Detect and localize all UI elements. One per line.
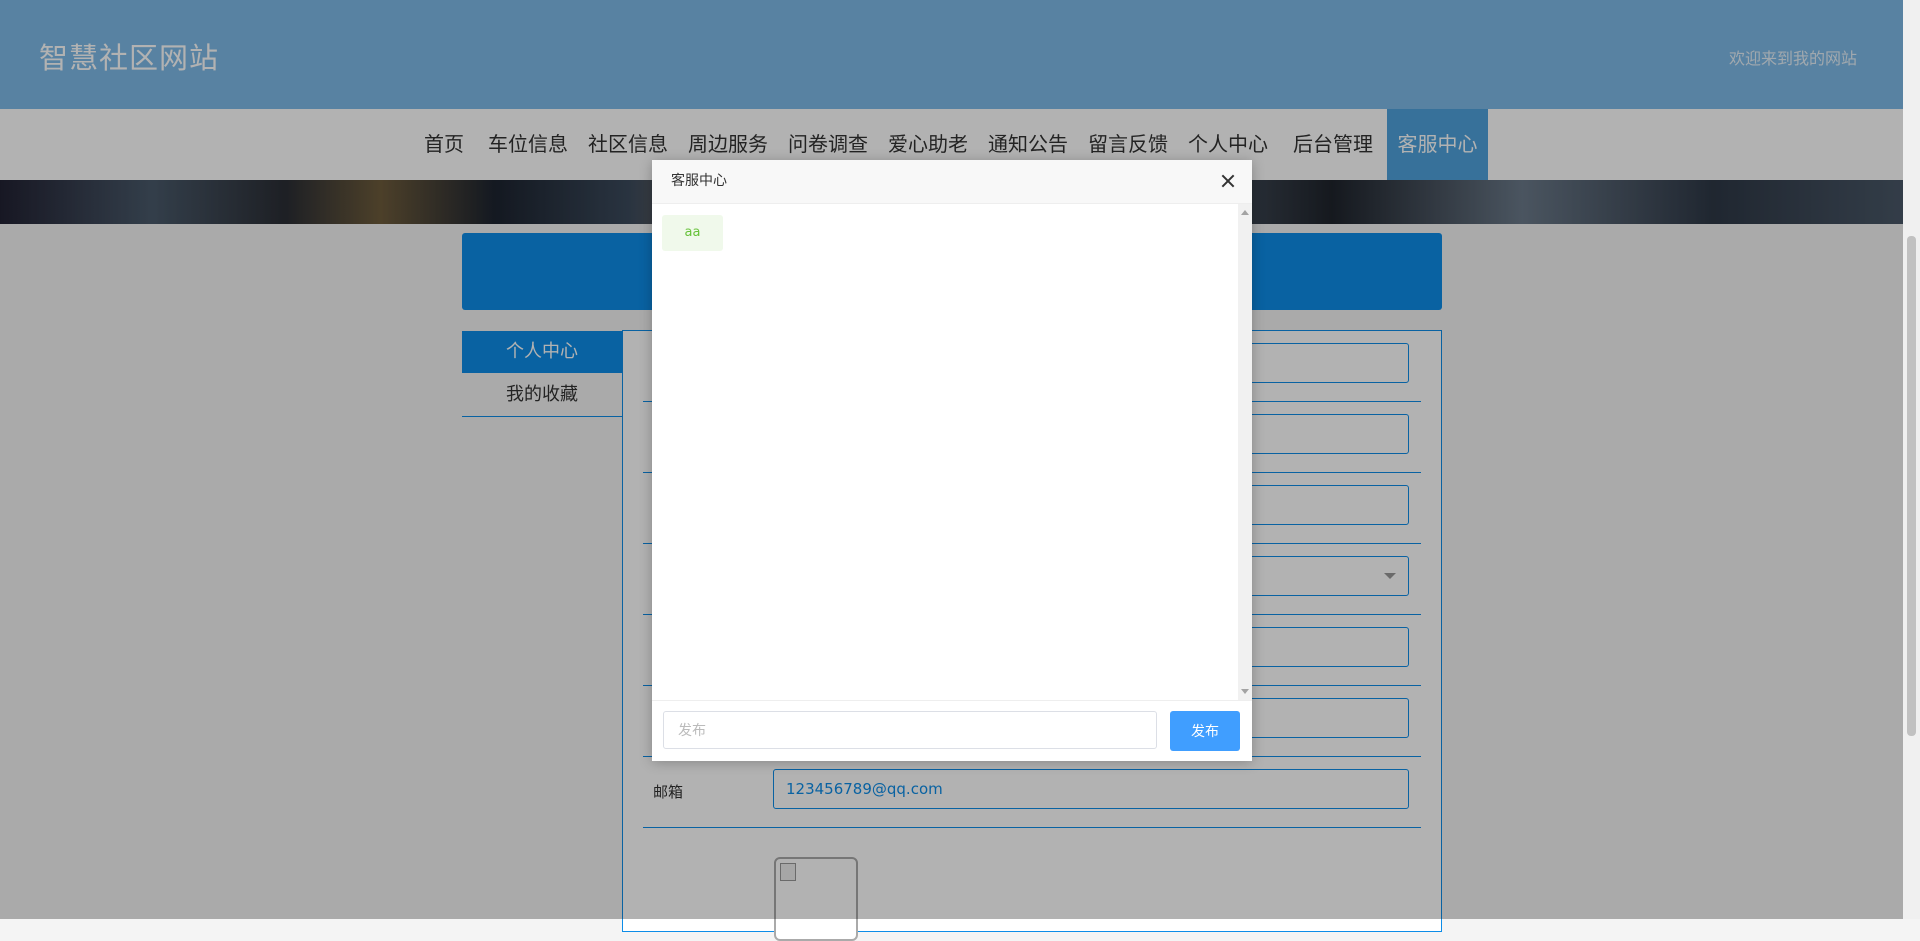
scrollbar-thumb[interactable] xyxy=(1907,236,1916,736)
close-icon[interactable] xyxy=(1218,171,1238,191)
scroll-up-icon[interactable] xyxy=(1241,210,1249,215)
page-scrollbar[interactable] xyxy=(1903,0,1920,919)
chat-message: aa xyxy=(662,215,723,251)
customer-service-dialog: 客服中心 aa 发布 xyxy=(652,160,1252,761)
dialog-footer: 发布 xyxy=(652,700,1252,761)
chat-scrollbar[interactable] xyxy=(1238,204,1252,700)
scroll-down-icon[interactable] xyxy=(1241,689,1249,694)
dialog-title: 客服中心 xyxy=(671,173,727,189)
message-input[interactable] xyxy=(663,711,1157,749)
chat-message-area: aa xyxy=(652,204,1238,700)
send-button[interactable]: 发布 xyxy=(1170,711,1240,751)
dialog-header: 客服中心 xyxy=(652,160,1252,204)
